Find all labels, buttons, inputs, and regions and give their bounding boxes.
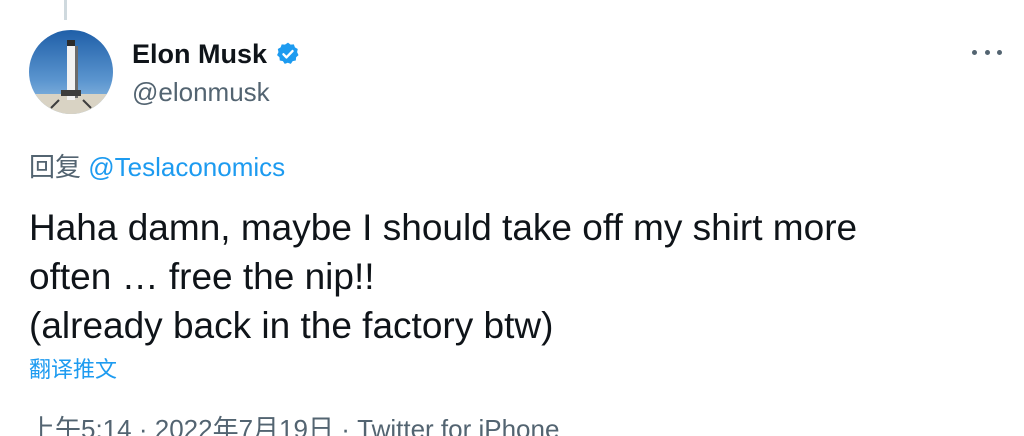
meta-separator: · [138,414,148,436]
author-handle[interactable]: @elonmusk [132,77,270,108]
more-dot [972,49,977,55]
reply-context: 回复 @Teslaconomics [29,147,285,184]
rocket-launch-icon [29,30,113,114]
thread-connector-line [64,0,67,20]
tweet-text-line: often … free the nip!! [29,256,375,297]
tweet-time[interactable]: 上午5:14 [29,414,132,436]
meta-separator: · [341,414,350,436]
tweet-metadata: 上午5:14 · 2022年7月19日 · Twitter for iPhone [29,409,559,436]
more-dot [997,49,1002,55]
translate-tweet-link[interactable]: 翻译推文 [29,352,117,384]
tweet-date[interactable]: 2022年7月19日 [155,414,334,436]
reply-prefix: 回复 [29,152,82,182]
display-name[interactable]: Elon Musk [132,39,267,70]
more-dot [984,49,990,55]
tweet-card: Elon Musk @elonmusk 回复 @Teslaconomics Ha… [0,0,1024,436]
tweet-text-line: Haha damn, maybe I should take off my sh… [29,207,858,248]
author-name-row: Elon Musk [132,38,301,70]
avatar[interactable] [29,30,113,114]
reply-to-handle-link[interactable]: @Teslaconomics [88,152,285,182]
verified-badge-icon [275,41,301,67]
tweet-text-line: (already back in the factory btw) [29,305,554,346]
tweet-text: Haha damn, maybe I should take off my sh… [29,203,1009,350]
more-options-icon[interactable] [972,40,1002,64]
tweet-source[interactable]: Twitter for iPhone [357,414,559,436]
